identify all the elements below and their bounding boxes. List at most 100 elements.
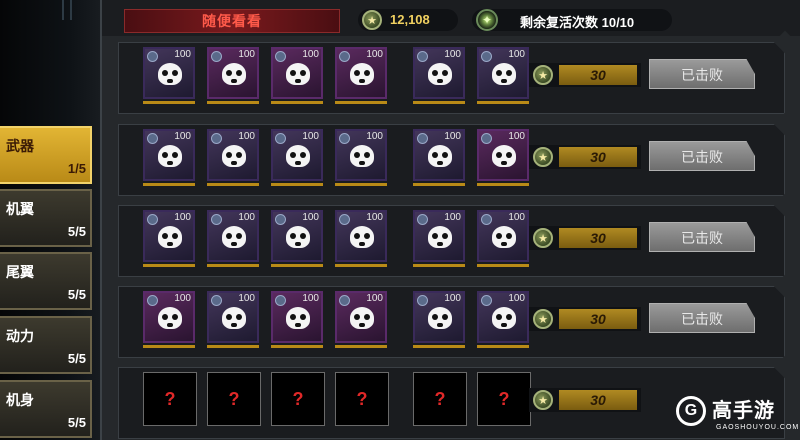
enemy-card[interactable]: 100 bbox=[271, 210, 323, 262]
class-badge-icon bbox=[339, 51, 350, 62]
tab-label: 武器 bbox=[6, 138, 34, 154]
defeated-skull-icon bbox=[222, 307, 246, 329]
card-rank-bar bbox=[477, 264, 529, 267]
defeated-skull-icon bbox=[492, 145, 516, 167]
enemy-level: 100 bbox=[302, 49, 319, 60]
defeated-skull-icon bbox=[428, 63, 452, 85]
tab-label: 动力 bbox=[6, 328, 34, 344]
enemy-card[interactable]: 100 bbox=[413, 291, 465, 343]
defeated-skull-icon bbox=[350, 226, 374, 248]
enemy-level: 100 bbox=[174, 293, 191, 304]
tab-weapon[interactable]: 武器 1/5 bbox=[0, 126, 92, 184]
enemy-card[interactable]: 100 bbox=[335, 210, 387, 262]
enemy-card[interactable]: 100 bbox=[413, 129, 465, 181]
enemy-card[interactable]: 100 bbox=[413, 47, 465, 99]
enemy-card[interactable]: 100 bbox=[207, 210, 259, 262]
enemy-level: 100 bbox=[174, 49, 191, 60]
defeated-button[interactable]: 已击败 bbox=[649, 303, 755, 333]
enemy-card[interactable]: 100 bbox=[271, 129, 323, 181]
defeated-button[interactable]: 已击败 bbox=[649, 59, 755, 89]
enemy-card[interactable]: 100 bbox=[477, 291, 529, 343]
enemy-card[interactable]: 100 bbox=[143, 291, 195, 343]
tab-body[interactable]: 机身 5/5 bbox=[0, 380, 92, 438]
class-badge-icon bbox=[481, 133, 492, 144]
enemy-card[interactable]: 100 bbox=[207, 129, 259, 181]
card-rank-bar bbox=[143, 101, 195, 104]
card-rank-bar bbox=[271, 264, 323, 267]
unknown-enemy-card[interactable]: ? bbox=[413, 372, 467, 426]
enemy-card[interactable]: 100 bbox=[413, 210, 465, 262]
reward-cost: ★ 30 bbox=[529, 388, 641, 412]
reward-cost: ★ 30 bbox=[529, 226, 641, 250]
card-rank-bar bbox=[143, 183, 195, 186]
class-badge-icon bbox=[339, 214, 350, 225]
tab-engine[interactable]: 动力 5/5 bbox=[0, 316, 92, 374]
star-coin-icon: ★ bbox=[533, 228, 553, 248]
enemy-card[interactable]: 100 bbox=[477, 47, 529, 99]
logo-g-icon: G bbox=[676, 396, 706, 426]
card-rank-bar bbox=[335, 101, 387, 104]
card-rank-bar bbox=[413, 345, 465, 348]
opponent-row: 100 100 100 100 100 100 ★ 30 已击败 bbox=[118, 124, 785, 196]
cost-bar: 30 bbox=[559, 228, 637, 248]
currency-value: 12,108 bbox=[390, 12, 430, 27]
deco-line bbox=[70, 0, 72, 20]
tab-tail[interactable]: 尾翼 5/5 bbox=[0, 252, 92, 310]
unknown-enemy-card[interactable]: ? bbox=[207, 372, 261, 426]
enemy-card[interactable]: 100 bbox=[477, 129, 529, 181]
reward-cost: ★ 30 bbox=[529, 63, 641, 87]
card-rank-bar bbox=[271, 101, 323, 104]
class-badge-icon bbox=[275, 133, 286, 144]
main-panel: 随便看看 ★ 12,108 ✦ 剩余复活次数 10/10 100 100 100 10… bbox=[100, 0, 800, 440]
enemy-level: 100 bbox=[444, 49, 461, 60]
unknown-enemy-card[interactable]: ? bbox=[335, 372, 389, 426]
card-rank-bar bbox=[207, 183, 259, 186]
tab-count: 5/5 bbox=[67, 415, 86, 430]
cost-value: 30 bbox=[590, 311, 606, 327]
enemy-card[interactable]: 100 bbox=[143, 129, 195, 181]
opponent-row: 100 100 100 100 100 100 ★ 30 已击败 bbox=[118, 42, 785, 114]
tab-count: 1/5 bbox=[67, 161, 86, 176]
defeated-button[interactable]: 已击败 bbox=[649, 141, 755, 171]
random-look-button[interactable]: 随便看看 bbox=[124, 9, 340, 33]
defeated-button[interactable]: 已击败 bbox=[649, 222, 755, 252]
enemy-level: 100 bbox=[508, 49, 525, 60]
unknown-enemy-card[interactable]: ? bbox=[271, 372, 325, 426]
enemy-level: 100 bbox=[174, 131, 191, 142]
watermark-logo: G 高手游 GAOSHOUYOU.COM bbox=[676, 392, 800, 440]
defeated-skull-icon bbox=[286, 307, 310, 329]
class-badge-icon bbox=[339, 295, 350, 306]
defeated-skull-icon bbox=[158, 145, 182, 167]
enemy-card[interactable]: 100 bbox=[335, 47, 387, 99]
unknown-enemy-card[interactable]: ? bbox=[477, 372, 531, 426]
enemy-card[interactable]: 100 bbox=[271, 47, 323, 99]
opponent-row: 100 100 100 100 100 100 ★ 30 已击败 bbox=[118, 205, 785, 277]
tab-wing[interactable]: 机翼 5/5 bbox=[0, 189, 92, 247]
enemy-level: 100 bbox=[302, 131, 319, 142]
enemy-card[interactable]: 100 bbox=[207, 291, 259, 343]
defeated-skull-icon bbox=[158, 307, 182, 329]
card-rank-bar bbox=[335, 264, 387, 267]
enemy-card[interactable]: 100 bbox=[477, 210, 529, 262]
unknown-enemy-card[interactable]: ? bbox=[143, 372, 197, 426]
enemy-level: 100 bbox=[366, 212, 383, 223]
star-coin-icon: ★ bbox=[533, 147, 553, 167]
defeated-skull-icon bbox=[350, 307, 374, 329]
enemy-level: 100 bbox=[174, 212, 191, 223]
class-badge-icon bbox=[481, 51, 492, 62]
class-badge-icon bbox=[211, 214, 222, 225]
defeated-skull-icon bbox=[222, 145, 246, 167]
enemy-card[interactable]: 100 bbox=[143, 47, 195, 99]
tab-count: 5/5 bbox=[67, 351, 86, 366]
defeated-skull-icon bbox=[286, 63, 310, 85]
enemy-level: 100 bbox=[508, 131, 525, 142]
tab-count: 5/5 bbox=[67, 224, 86, 239]
enemy-card[interactable]: 100 bbox=[207, 47, 259, 99]
enemy-card[interactable]: 100 bbox=[335, 129, 387, 181]
enemy-card[interactable]: 100 bbox=[271, 291, 323, 343]
enemy-card[interactable]: 100 bbox=[143, 210, 195, 262]
class-badge-icon bbox=[417, 133, 428, 144]
enemy-level: 100 bbox=[366, 49, 383, 60]
enemy-card[interactable]: 100 bbox=[335, 291, 387, 343]
card-rank-bar bbox=[143, 345, 195, 348]
